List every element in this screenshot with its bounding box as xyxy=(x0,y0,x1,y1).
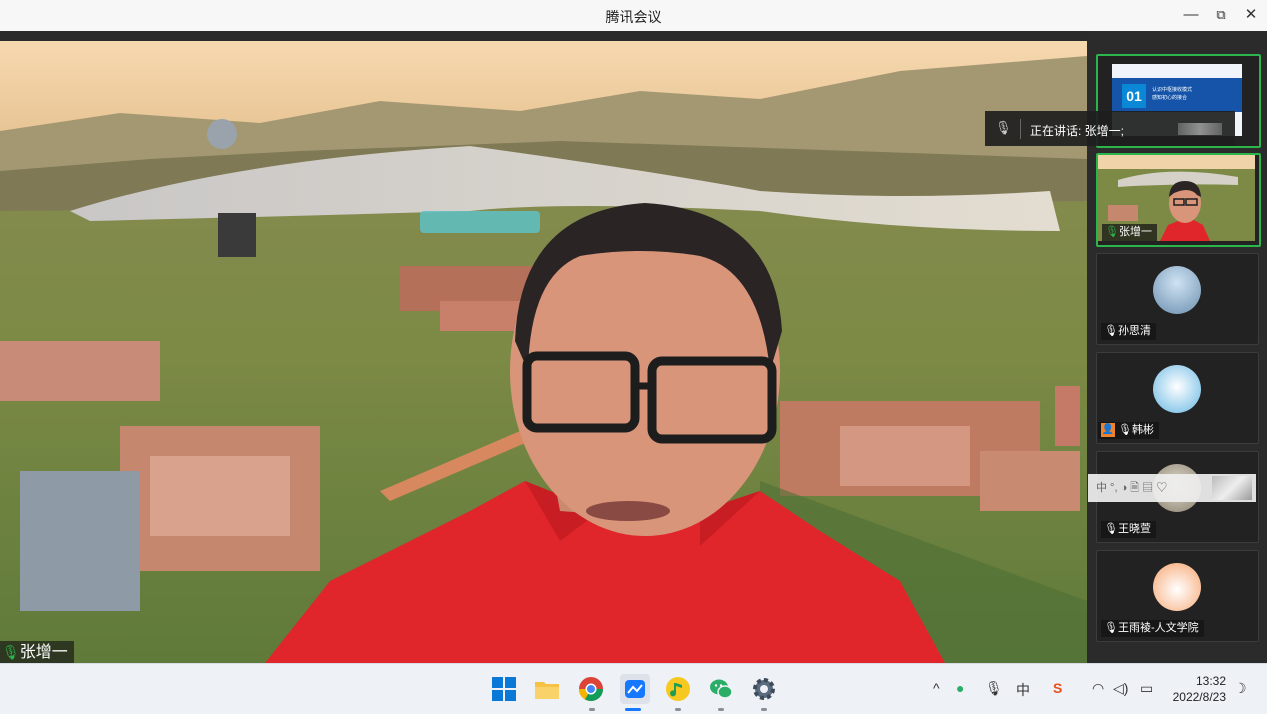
tray-overflow-chevron-icon[interactable]: ^ xyxy=(933,680,940,696)
main-video[interactable]: 🎙张增一 xyxy=(0,41,1087,663)
participant-name: 王雨祾-人文学院 xyxy=(1118,622,1199,634)
main-video-participant-name: 张增一 xyxy=(19,644,68,661)
mic-muted-icon: 🎙 xyxy=(995,120,1012,135)
maximize-button[interactable]: ⧉ xyxy=(1208,4,1234,26)
participant-tile[interactable]: 🎙张增一 xyxy=(1096,153,1261,247)
mic-on-icon: 🎙 xyxy=(2,644,20,660)
avatar xyxy=(1153,563,1201,611)
taskbar: ^ ● 🎙 中 S ◠ ◁) ▭ 13:32 2022/8/23 ☽ xyxy=(0,663,1267,714)
participant-name-tag: 👤 🎙韩彬 xyxy=(1098,422,1159,439)
clock-date: 2022/8/23 xyxy=(1172,690,1226,704)
participant-tile[interactable]: 🎙王雨祾-人文学院 xyxy=(1096,550,1259,642)
participant-name: 孙思清 xyxy=(1118,325,1151,337)
speaking-label: 正在讲话: 张增一; xyxy=(1030,124,1125,138)
volume-icon[interactable]: ◁) xyxy=(1113,680,1128,697)
participant-name: 王晓萱 xyxy=(1118,523,1151,535)
focus-moon-icon[interactable]: ☽ xyxy=(1234,680,1247,697)
taskbar-running-indicator xyxy=(589,708,595,711)
battery-icon[interactable]: ▭ xyxy=(1140,680,1153,697)
video-top-bar xyxy=(0,31,1087,41)
microphone-icon[interactable]: 🎙 xyxy=(985,680,1003,697)
participant-tile[interactable]: 🎙孙思清 xyxy=(1096,253,1259,345)
tencent-meeting-taskbar-icon[interactable] xyxy=(620,674,650,704)
mic-muted-icon: 🎙 xyxy=(1104,622,1118,634)
title-bar: 腾讯会议 — ⧉ ✕ xyxy=(0,0,1267,32)
mic-muted-icon: 🎙 xyxy=(1104,523,1118,535)
ime-indicator[interactable]: 中 xyxy=(1016,680,1030,700)
slide-number: 01 xyxy=(1122,84,1146,108)
mic-muted-icon: 🎙 xyxy=(1104,325,1118,337)
slide-title-line2: 感知初心的接合 xyxy=(1152,95,1188,101)
participant-tile[interactable]: 👤 🎙韩彬 xyxy=(1096,352,1259,444)
taskbar-running-indicator xyxy=(718,708,724,711)
wechat-tray-icon[interactable]: ● xyxy=(956,680,964,696)
mic-on-icon: 🎙 xyxy=(1105,226,1119,238)
taskbar-running-indicator xyxy=(761,708,767,711)
settings-gear-icon[interactable] xyxy=(751,676,777,702)
ime-skin-icon xyxy=(1212,476,1252,500)
close-button[interactable]: ✕ xyxy=(1238,4,1264,26)
window-title: 腾讯会议 xyxy=(605,9,662,25)
participant-name: 张增一 xyxy=(1119,226,1152,238)
wechat-icon[interactable] xyxy=(708,676,734,702)
clock-time: 13:32 xyxy=(1195,674,1226,688)
participant-name: 韩彬 xyxy=(1132,424,1154,436)
clock[interactable]: 13:32 2022/8/23 xyxy=(1164,673,1226,705)
participant-name-tag: 🎙王晓萱 xyxy=(1101,521,1156,538)
wifi-icon[interactable]: ◠ xyxy=(1092,680,1104,697)
speaking-wave-icon xyxy=(1178,123,1222,135)
main-video-scene xyxy=(0,41,1087,663)
speaking-indicator: 🎙 正在讲话: 张增一; xyxy=(985,111,1235,146)
main-video-name-tag: 🎙张增一 xyxy=(0,641,74,663)
file-explorer-icon[interactable] xyxy=(534,676,560,702)
minimize-button[interactable]: — xyxy=(1178,4,1204,26)
slide-title-line1: 认识中枢接收模式 xyxy=(1152,87,1193,93)
windows-start-icon[interactable] xyxy=(491,676,517,702)
participant-name-tag: 🎙王雨祾-人文学院 xyxy=(1101,620,1204,637)
avatar xyxy=(1153,365,1201,413)
taskbar-active-indicator xyxy=(625,708,641,711)
participant-name-tag: 🎙张增一 xyxy=(1102,224,1157,241)
sogou-input-icon[interactable]: S xyxy=(1053,680,1062,696)
mic-muted-icon: 🎙 xyxy=(1118,424,1132,436)
participant-name-tag: 🎙孙思清 xyxy=(1101,323,1156,340)
avatar xyxy=(1153,266,1201,314)
taskbar-running-indicator xyxy=(675,708,681,711)
ime-toolbar-items: 中 °, ◑ 🗎 ▤ ♡ xyxy=(1096,482,1168,494)
music-app-icon[interactable] xyxy=(665,676,691,702)
chrome-icon[interactable] xyxy=(578,676,604,702)
ime-toolbar[interactable]: 中 °, ◑ 🗎 ▤ ♡ xyxy=(1088,474,1256,502)
host-icon: 👤 xyxy=(1101,423,1115,438)
